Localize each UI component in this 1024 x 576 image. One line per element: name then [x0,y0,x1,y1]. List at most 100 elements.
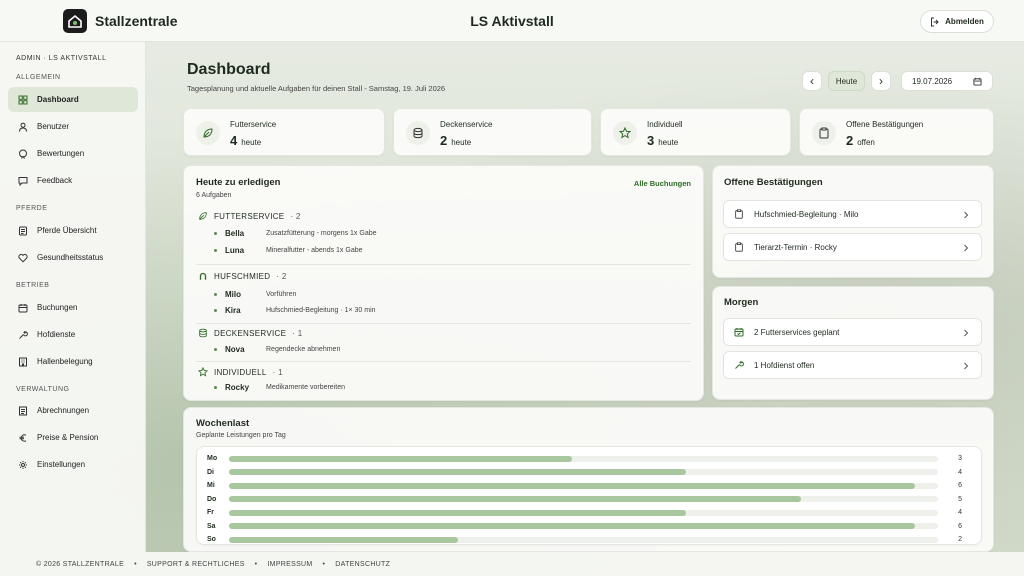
sidebar-item-einstellungen[interactable]: Einstellungen [8,452,138,477]
bar-value: 5 [958,495,962,503]
tomorrow-item[interactable]: 1 Hofdienst offen [723,351,982,379]
sidebar-item-label: Bewertungen [37,149,85,158]
page-title: Dashboard [187,61,271,78]
bar-track [229,469,938,475]
task-row[interactable]: Luna Mineralfutter - abends 1x Gabe [214,246,363,255]
horseshoe-icon [199,272,207,280]
section-betrieb: BETRIEB [16,282,50,289]
bar-track [229,523,938,529]
sidebar-item-label: Benutzer [37,122,70,131]
stat-value: 3 heute [647,133,679,148]
heart-icon [18,253,28,263]
task-row[interactable]: Kira Hufschmied-Begleitung · 1× 30 min [214,306,376,315]
sidebar-item-feedback[interactable]: Feedback [8,168,138,193]
footer-separator: • [322,560,326,568]
footer-separator: • [134,560,137,568]
clipboard-icon [735,242,743,252]
task-row[interactable]: Milo Vorführen [214,290,296,299]
sidebar-context: ADMIN · LS AKTIVSTALL [16,55,107,62]
task-row[interactable]: Bella Zusatzfütterung - morgens 1x Gabe [214,229,377,238]
confirmation-item[interactable]: Tierarzt-Termin · Rocky [723,233,982,261]
bar-row-fr: Fr 4 [197,506,970,519]
building-icon [19,357,27,366]
support-link[interactable]: SUPPORT & RECHTLICHES [147,561,245,568]
stat-card-futterservice[interactable]: Futterservice 4 heute [183,108,385,156]
footer: © 2026 STALLZENTRALE • SUPPORT & RECHTLI… [0,552,1024,576]
stat-value: 4 heute [230,133,262,148]
task-row[interactable]: Nova Regendecke abnehmen [214,345,340,354]
bar-label: Sa [207,522,216,530]
impressum-link[interactable]: IMPRESSUM [267,561,312,568]
leaf-icon [199,212,207,220]
clipboard-icon [735,209,743,219]
stat-value: 2 offen [846,133,875,148]
logo-icon[interactable] [63,9,87,33]
bar [229,469,687,475]
leaf-icon [196,121,220,145]
user-icon [19,122,27,132]
datenschutz-link[interactable]: DATENSCHUTZ [335,561,390,568]
today-count: 6 Aufgaben [196,192,232,199]
page-subtitle: Tagesplanung und aktuelle Aufgaben für d… [187,84,446,93]
chevron-right-icon [964,211,969,219]
sidebar-item-bewertungen[interactable]: Bewertungen [8,141,138,166]
chevron-right-icon [964,329,969,337]
top-bar: Stallzentrale LS Aktivstall Abmelden [0,0,1024,42]
bar-value: 2 [958,536,962,543]
bar-value: 6 [958,522,962,530]
stat-label: Individuell [647,120,683,129]
star-icon [613,121,637,145]
sidebar-item-benutzer[interactable]: Benutzer [8,114,138,139]
chart-title: Wochenlast [196,418,250,429]
sidebar-item-dashboard[interactable]: Dashboard [8,87,138,112]
brand-name[interactable]: Stallzentrale [95,13,177,29]
euro-icon [19,433,27,442]
list-icon [19,226,27,235]
tomorrow-item[interactable]: 2 Futterservices geplant [723,318,982,346]
divider [196,264,691,265]
stat-label: Futterservice [230,120,277,129]
sidebar-item-preise-pension[interactable]: Preise & Pension [8,425,138,450]
stat-card-individuell[interactable]: Individuell 3 heute [600,108,791,156]
sidebar-item-abrechnungen[interactable]: Abrechnungen [8,398,138,423]
chevron-right-icon [964,362,969,370]
confirmations-title: Offene Bestätigungen [724,177,823,188]
task-row[interactable]: Rocky Medikamente vorbereiten [214,383,345,392]
next-day-button[interactable]: › [871,71,891,91]
document-icon [19,406,27,415]
bar [229,509,687,516]
bar-label: Fr [207,509,214,516]
sidebar-item-hofdienste[interactable]: Hofdienste [8,322,138,347]
chart-area: Mo 3 Di 4 Mi 6 Do 5 Fr 4 Sa 6 So 2 [196,446,982,545]
section-verwaltung: VERWALTUNG [16,386,70,393]
gear-icon [19,460,27,469]
bar-value: 6 [958,482,962,489]
bar-value: 4 [958,468,962,476]
sidebar-item-label: Dashboard [37,95,79,104]
sidebar-item-gesundheitsstatus[interactable]: Gesundheitsstatus [8,245,138,270]
stack-icon [199,328,207,338]
bar [229,482,916,489]
all-bookings-link[interactable]: Alle Buchungen [634,179,691,188]
bar-row-mi: Mi 6 [197,479,970,492]
sidebar-item-label: Buchungen [37,303,78,312]
logout-button[interactable]: Abmelden [920,10,994,33]
sidebar: ADMIN · LS AKTIVSTALL ALLGEMEIN Dashboar… [0,42,146,552]
sidebar-item-pferde-uebersicht[interactable]: Pferde Übersicht [8,218,138,243]
group-individuell: INDIVIDUELL · 1 [198,367,283,377]
weekly-load-card: Wochenlast Geplante Leistungen pro Tag M… [183,407,994,552]
stat-card-deckenservice[interactable]: Deckenservice 2 heute [393,108,592,156]
date-picker[interactable]: 19.07.2026 [901,71,993,91]
bar-track [229,482,938,489]
sidebar-item-hallenbelegung[interactable]: Hallenbelegung [8,349,138,374]
stat-card-offene-bestaetigungen[interactable]: Offene Bestätigungen 2 offen [799,108,994,156]
sidebar-item-label: Hofdienste [37,330,76,339]
bar-row-sa: Sa 6 [197,520,970,533]
prev-day-button[interactable]: ‹ [802,71,822,91]
rating-icon [19,149,27,159]
confirmation-item[interactable]: Hufschmied-Begleitung · Milo [723,200,982,228]
calendar-icon [18,303,28,312]
chevron-right-icon [964,244,969,252]
today-button[interactable]: Heute [828,71,865,91]
sidebar-item-buchungen[interactable]: Buchungen [8,295,138,320]
